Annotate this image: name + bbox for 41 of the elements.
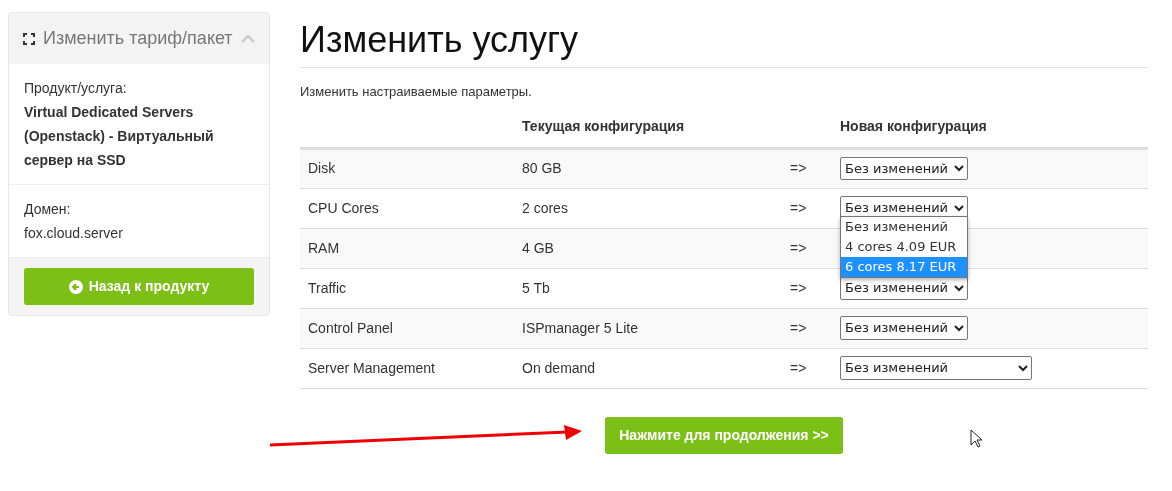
caret-icon [954,324,965,332]
parameter-name: CPU Cores [308,199,379,216]
parameter-name: Control Panel [308,319,393,336]
intro-text: Изменить настраиваемые параметры. [300,83,533,102]
column-header: Текущая конфигурация [522,117,685,134]
arrow-text: => [790,279,807,296]
current-value: On demand [522,359,596,376]
expand-icon [23,32,35,45]
field-label: Продукт/услуга: [24,79,128,98]
current-value: 5 Tb [522,279,550,296]
current-value: 80 GB [522,160,562,177]
current-value: 4 GB [522,239,554,256]
parameter-name: RAM [308,239,340,256]
current-value: ISPmanager 5 Lite [522,319,638,336]
config-select[interactable]: Без изменений [840,156,969,181]
config-select[interactable]: Без изменений [840,316,969,340]
arrow-text: => [790,239,807,256]
caret-icon [954,204,965,212]
parameter-name: Traffic [308,279,347,296]
arrow-text: => [790,359,807,376]
arrow-text: => [790,160,807,177]
panel-title: Изменить тариф/пакет [43,27,233,50]
current-value: 2 cores [522,199,568,216]
config-select[interactable]: Без изменений [840,276,969,300]
arrow-text: => [790,319,807,336]
field-label: Домен: [24,200,72,219]
column-header: Новая конфигурация [840,117,987,134]
page-title: Изменить услугу [300,18,1148,69]
back-arrow-icon [68,279,83,294]
parameter-name: Server Management [308,359,435,376]
dropdown-option[interactable]: Без изменений [841,217,968,238]
product-name: Virtual Dedicated Servers (Openstack) - Виртуальный сервер на SSD [24,103,215,170]
caret-icon [954,165,965,173]
cursor-icon [970,428,984,449]
caret-icon [954,284,965,292]
collapse-icon[interactable] [241,34,255,43]
caret-icon [1018,364,1028,372]
config-select[interactable]: Без изменений [840,356,1032,380]
domain-value: fox.cloud.server [24,224,124,243]
parameter-name: Disk [308,160,336,177]
arrow-text: => [790,199,807,216]
